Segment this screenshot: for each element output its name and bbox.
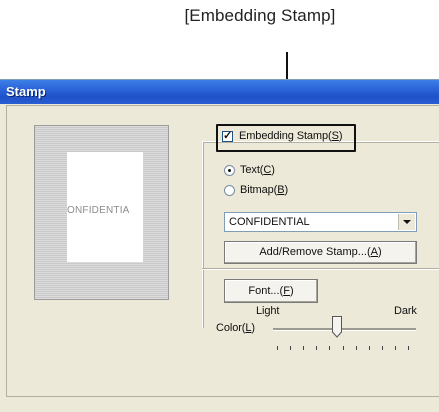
slider-tick <box>329 346 330 350</box>
slider-tick <box>303 346 304 350</box>
slider-tick <box>369 346 370 350</box>
slider-light-label: Light <box>256 305 280 317</box>
stamp-dropdown-value: CONFIDENTIAL <box>229 216 310 228</box>
callout-title: [Embedding Stamp] <box>184 6 336 25</box>
slider-dark-label: Dark <box>394 305 417 317</box>
stamp-dropdown[interactable]: CONFIDENTIAL <box>224 212 417 232</box>
radio-bitmap-label: Bitmap(B) <box>240 184 289 196</box>
preview-page: ONFIDENTIA <box>67 152 143 262</box>
radio-text[interactable] <box>224 165 235 176</box>
panel-divider <box>202 268 439 270</box>
slider-tick <box>316 346 317 350</box>
add-remove-stamp-button[interactable]: Add/Remove Stamp...(A) <box>224 241 417 264</box>
slider-tick <box>277 346 278 350</box>
title-bar[interactable]: Stamp <box>0 80 439 104</box>
window-title: Stamp <box>6 84 46 99</box>
color-slider-ticks <box>277 346 419 351</box>
radio-bitmap[interactable] <box>224 185 235 196</box>
dropdown-arrow-button[interactable] <box>398 214 415 230</box>
slider-tick <box>395 346 396 350</box>
slider-tick <box>356 346 357 350</box>
slider-tick <box>408 346 409 350</box>
radio-selected-dot <box>228 169 231 172</box>
slider-tick <box>343 346 344 350</box>
stamp-preview: ONFIDENTIA <box>34 125 169 300</box>
font-button[interactable]: Font...(F) <box>224 279 318 303</box>
preview-stamp-text: ONFIDENTIA <box>67 205 130 216</box>
color-slider-thumb[interactable] <box>332 316 342 338</box>
color-label: Color(L) <box>216 322 255 334</box>
callout-highlight-box <box>216 124 356 152</box>
radio-text-label: Text(C) <box>240 164 275 176</box>
color-slider-track[interactable] <box>273 328 416 331</box>
slider-tick <box>382 346 383 350</box>
slider-tick <box>290 346 291 350</box>
chevron-down-icon <box>403 220 411 224</box>
